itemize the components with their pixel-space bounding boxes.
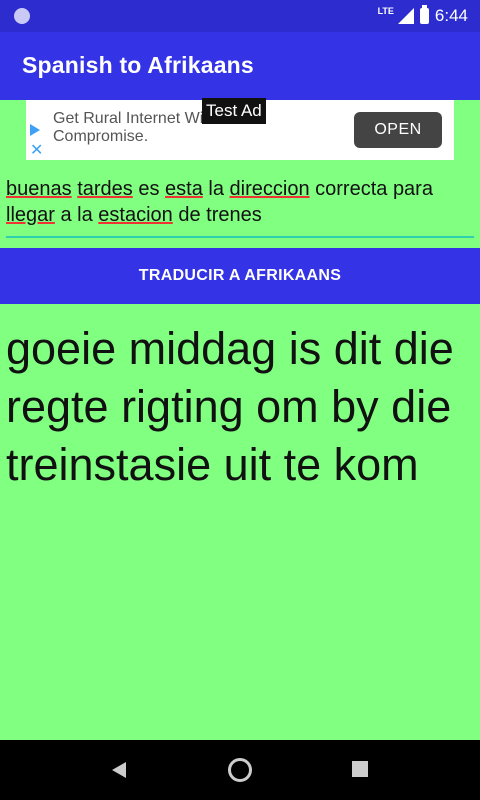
ad-line-2: Compromise. bbox=[53, 128, 149, 145]
status-bar: LTE 6:44 bbox=[0, 0, 480, 32]
ad-open-button[interactable]: OPEN bbox=[354, 112, 442, 148]
misspelled-word: direccion bbox=[229, 178, 310, 200]
misspelled-word: estacion bbox=[98, 204, 173, 226]
navigation-bar bbox=[0, 740, 480, 800]
input-text-segment: a la bbox=[54, 204, 99, 226]
close-icon[interactable]: ✕ bbox=[30, 140, 43, 160]
translate-button[interactable]: TRADUCIR A AFRIKAANS bbox=[0, 248, 480, 304]
recents-icon[interactable] bbox=[352, 761, 368, 777]
signal-icon bbox=[397, 8, 414, 24]
input-text-segment: de trenes bbox=[172, 204, 262, 226]
misspelled-word: llegar bbox=[6, 204, 55, 226]
app-title: Spanish to Afrikaans bbox=[22, 52, 254, 78]
ad-banner[interactable]: ✕ Get Rural Internet Without Compromise.… bbox=[26, 98, 454, 160]
ad-choices-icon[interactable] bbox=[30, 124, 40, 136]
home-icon[interactable] bbox=[228, 758, 252, 782]
test-ad-label: Test Ad bbox=[202, 98, 266, 124]
battery-icon bbox=[419, 5, 429, 24]
status-icons: LTE 6:44 bbox=[378, 0, 468, 32]
network-type-label: LTE bbox=[377, 6, 394, 16]
back-icon[interactable] bbox=[112, 762, 126, 778]
input-text-segment: la bbox=[202, 178, 230, 200]
misspelled-word: esta bbox=[165, 178, 203, 200]
app-bar: Spanish to Afrikaans bbox=[0, 32, 480, 100]
misspelled-word: buenas bbox=[6, 178, 72, 200]
clock: 6:44 bbox=[434, 6, 468, 25]
notification-icon bbox=[14, 8, 30, 24]
spanish-input-field[interactable]: buenas tardes es esta la direccion corre… bbox=[6, 176, 474, 238]
misspelled-word: tardes bbox=[77, 178, 133, 200]
input-text-segment: correcta para bbox=[309, 178, 433, 200]
translation-result: goeie middag is dit die regte rigting om… bbox=[6, 323, 454, 490]
input-text-segment: es bbox=[132, 178, 166, 200]
